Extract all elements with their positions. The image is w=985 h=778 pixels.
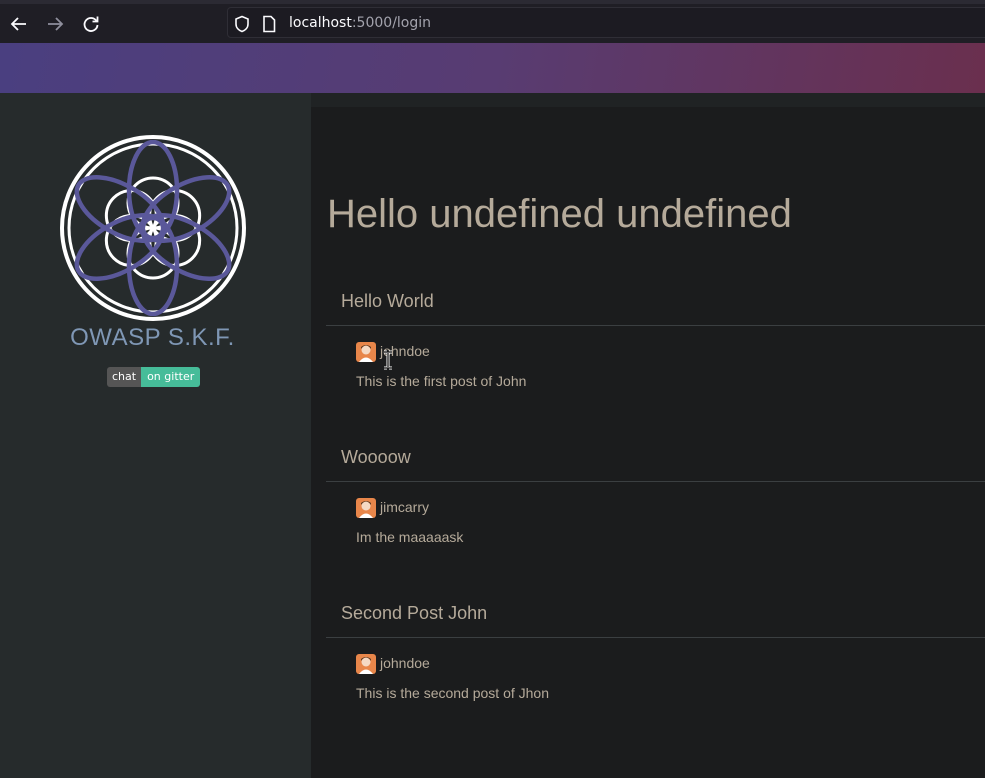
gitter-badge-left: chat	[107, 367, 142, 387]
url-text[interactable]: localhost:5000/login	[289, 15, 431, 31]
post-author[interactable]: johndoe	[380, 655, 430, 671]
url-host: localhost	[289, 15, 352, 31]
post-author[interactable]: jimcarry	[380, 499, 429, 515]
url-bar[interactable]: localhost:5000/login	[227, 7, 985, 38]
sidebar: OWASP S.K.F. chat on gitter	[0, 93, 311, 778]
post-divider	[326, 637, 985, 638]
post-title: Hello World	[341, 291, 434, 311]
page-title: Hello undefined undefined	[327, 192, 792, 236]
arrow-right-icon	[48, 17, 64, 31]
avatar-icon	[356, 342, 376, 362]
gitter-badge[interactable]: chat on gitter	[107, 367, 201, 387]
reload-button[interactable]	[80, 13, 102, 35]
post-title: Woooow	[341, 447, 411, 467]
browser-toolbar: localhost:5000/login	[0, 0, 985, 43]
brand-title: OWASP S.K.F.	[70, 324, 235, 351]
shield-icon[interactable]	[234, 15, 250, 33]
post-divider	[326, 481, 985, 482]
post-body: This is the second post of Jhon	[356, 685, 549, 701]
avatar-icon	[356, 498, 376, 518]
text-cursor-icon	[384, 350, 392, 370]
reload-icon	[83, 16, 99, 32]
post-divider	[326, 325, 985, 326]
post-title: Second Post John	[341, 603, 488, 623]
post-body: Im the maaaaask	[356, 529, 464, 545]
post-body: This is the first post of John	[356, 373, 527, 389]
header-banner	[0, 43, 985, 93]
gitter-badge-right: on gitter	[141, 367, 201, 387]
back-button[interactable]	[8, 13, 30, 35]
page-icon[interactable]	[262, 15, 276, 33]
arrow-left-icon	[10, 17, 26, 31]
avatar-icon	[356, 654, 376, 674]
owasp-logo-icon	[60, 135, 246, 321]
forward-button[interactable]	[44, 13, 66, 35]
main-top-strip	[311, 93, 985, 107]
url-path: :5000/login	[351, 15, 432, 31]
